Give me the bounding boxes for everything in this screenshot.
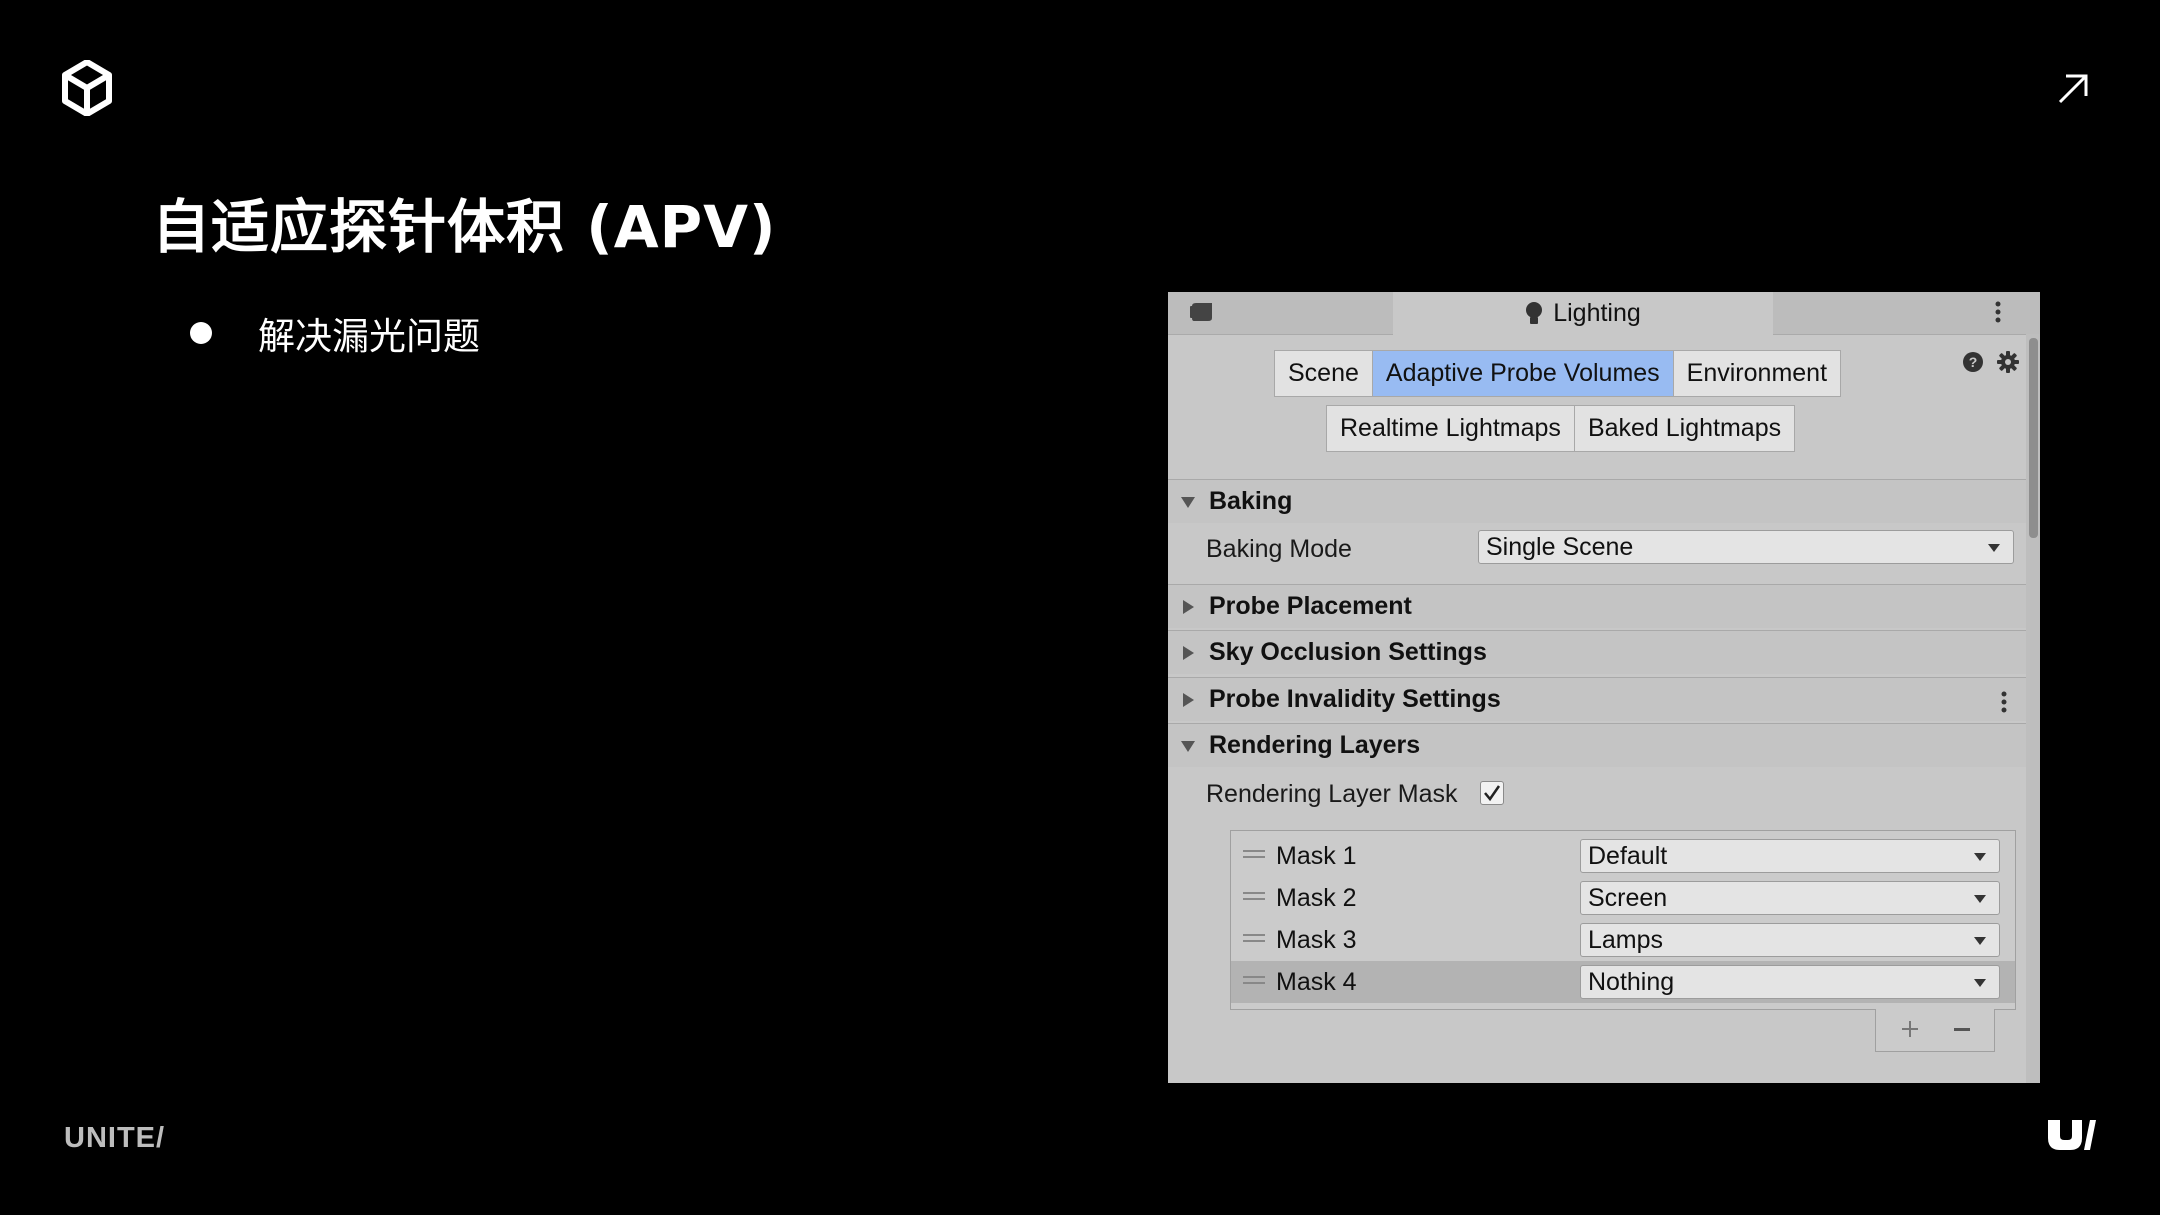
tab-adaptive-probe-volumes[interactable]: Adaptive Probe Volumes	[1372, 350, 1674, 397]
section-probe-invalidity-header[interactable]: Probe Invalidity Settings	[1168, 677, 2026, 721]
arrow-up-right-icon[interactable]	[2056, 72, 2090, 106]
tab-lighting[interactable]: Lighting	[1393, 292, 1773, 335]
mask-row-2[interactable]: Mask 2 Screen	[1231, 877, 2015, 919]
unite-wordmark: UNITE/	[64, 1122, 166, 1154]
mask-dropdown[interactable]: Nothing	[1580, 965, 2000, 999]
chevron-down-icon	[1974, 937, 1986, 945]
window-tab-bar: Lighting	[1168, 292, 2040, 335]
triangle-right-icon	[1183, 599, 1194, 614]
triangle-down-icon	[1181, 496, 1195, 508]
bullet-text: 解决漏光问题	[258, 315, 480, 358]
window-kebab-menu-icon[interactable]	[1994, 300, 2002, 326]
window-menu-icon[interactable]	[1188, 300, 1216, 324]
unity-logo-icon	[62, 60, 112, 116]
tab-realtime-lightmaps[interactable]: Realtime Lightmaps	[1326, 405, 1575, 452]
tab-lighting-label: Lighting	[1553, 299, 1641, 327]
mask-label: Mask 4	[1276, 968, 1357, 996]
drag-handle-icon[interactable]	[1243, 850, 1265, 860]
section-sky-occlusion-title: Sky Occlusion Settings	[1209, 638, 1487, 666]
slide-title: 自适应探针体积 (APV)	[152, 193, 777, 261]
section-baking-title: Baking	[1209, 487, 1293, 515]
chevron-down-icon	[1988, 544, 2000, 552]
tab-baked-lightmaps[interactable]: Baked Lightmaps	[1574, 405, 1796, 452]
drag-handle-icon[interactable]	[1243, 976, 1265, 986]
chevron-down-icon	[1974, 895, 1986, 903]
mask-dropdown[interactable]: Screen	[1580, 881, 2000, 915]
triangle-down-icon	[1181, 740, 1195, 752]
baking-mode-value: Single Scene	[1486, 532, 1634, 561]
triangle-right-icon	[1183, 645, 1194, 660]
remove-mask-button[interactable]	[1952, 1019, 1972, 1039]
add-mask-button[interactable]	[1900, 1019, 1920, 1039]
section-sky-occlusion-header[interactable]: Sky Occlusion Settings	[1168, 630, 2026, 674]
mask-label: Mask 2	[1276, 884, 1357, 912]
bullet-dot	[190, 322, 212, 344]
unite-u-mark-icon	[2048, 1120, 2096, 1150]
section-rendering-layers-title: Rendering Layers	[1209, 731, 1421, 759]
baking-mode-dropdown[interactable]: Single Scene	[1478, 530, 2014, 564]
lighting-tabs-row-2: Realtime Lightmaps Baked Lightmaps	[1326, 405, 1796, 452]
chevron-down-icon	[1974, 979, 1986, 987]
section-probe-placement-title: Probe Placement	[1209, 592, 1412, 620]
mask-dropdown[interactable]: Lamps	[1580, 923, 2000, 957]
mask-list: Mask 1 Default Mask 2 Screen Mask 3 Lamp…	[1230, 830, 2016, 1010]
mask-value: Nothing	[1588, 967, 1675, 996]
checkmark-icon	[1484, 785, 1501, 802]
lighting-tabs-row-1: Scene Adaptive Probe Volumes Environment	[1274, 350, 1842, 397]
section-rendering-layers-header[interactable]: Rendering Layers	[1168, 723, 2026, 767]
mask-value: Lamps	[1588, 925, 1664, 954]
mask-label: Mask 1	[1276, 842, 1357, 870]
mask-list-footer	[1875, 1009, 1995, 1052]
drag-handle-icon[interactable]	[1243, 892, 1265, 902]
section-probe-placement-header[interactable]: Probe Placement	[1168, 584, 2026, 628]
mask-label: Mask 3	[1276, 926, 1357, 954]
section-probe-invalidity-title: Probe Invalidity Settings	[1209, 685, 1501, 713]
mask-value: Screen	[1588, 883, 1668, 912]
mask-value: Default	[1588, 841, 1668, 870]
baking-mode-label: Baking Mode	[1206, 535, 1352, 563]
tab-environment[interactable]: Environment	[1673, 350, 1842, 397]
mask-dropdown[interactable]: Default	[1580, 839, 2000, 873]
mask-row-3[interactable]: Mask 3 Lamps	[1231, 919, 2015, 961]
gear-icon[interactable]	[1996, 350, 2020, 374]
scrollbar-thumb[interactable]	[2029, 338, 2038, 538]
lighting-window: Lighting ? Scene Adaptive Probe Volumes …	[1168, 292, 2040, 1083]
rendering-layer-mask-label: Rendering Layer Mask	[1206, 780, 1458, 808]
chevron-down-icon	[1974, 853, 1986, 861]
lightbulb-icon	[1526, 301, 1543, 324]
mask-row-1[interactable]: Mask 1 Default	[1231, 835, 2015, 877]
help-icon[interactable]: ?	[1962, 351, 1984, 373]
tab-scene[interactable]: Scene	[1274, 350, 1373, 397]
section-baking-header[interactable]: Baking	[1168, 479, 2026, 523]
svg-text:?: ?	[1969, 354, 1978, 370]
section-kebab-menu-icon[interactable]	[2000, 690, 2008, 714]
mask-row-4[interactable]: Mask 4 Nothing	[1231, 961, 2015, 1003]
triangle-right-icon	[1183, 692, 1194, 707]
drag-handle-icon[interactable]	[1243, 934, 1265, 944]
bullet-item: 解决漏光问题	[190, 306, 480, 360]
rendering-layer-mask-checkbox[interactable]	[1480, 781, 1504, 805]
